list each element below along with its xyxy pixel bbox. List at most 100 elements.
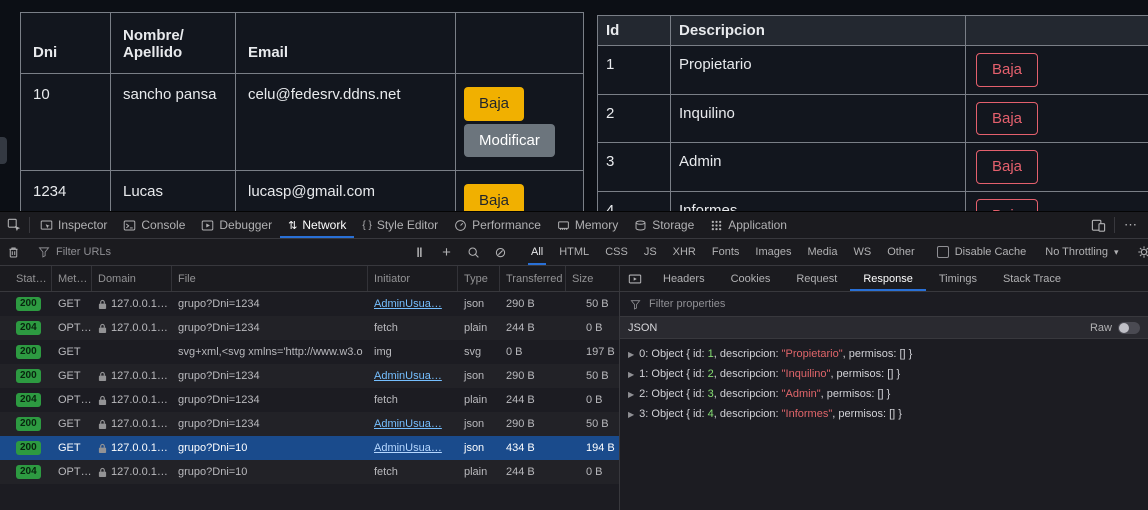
column-header-transferred[interactable]: Transferred [500, 266, 566, 291]
transferred: 290 B [506, 418, 535, 430]
baja-button[interactable]: Baja [464, 87, 524, 121]
initiator-link[interactable]: AdminUsua… [374, 418, 442, 430]
block-button[interactable]: ⊘ [487, 244, 514, 261]
request-row-selected[interactable]: 200 GET 127.0.0.1… grupo?Dni=10 AdminUsu… [0, 436, 619, 460]
clear-requests-button[interactable] [0, 246, 27, 259]
expand-arrow-icon[interactable]: ▶ [628, 410, 634, 419]
column-header-status[interactable]: Stat… [0, 266, 52, 291]
search-button[interactable] [460, 246, 487, 259]
filter-type-media[interactable]: Media [800, 239, 844, 265]
filter-type-css[interactable]: CSS [598, 239, 635, 265]
baja-button[interactable]: Baja [464, 184, 524, 211]
table-row: 2 Inquilino Baja [598, 94, 1148, 143]
filter-icon [630, 299, 641, 310]
column-header-file[interactable]: File [172, 266, 368, 291]
disable-cache-checkbox[interactable] [937, 246, 949, 258]
filter-type-ws[interactable]: WS [846, 239, 878, 265]
action-buttons: Baja [464, 184, 575, 211]
json-node[interactable]: ▶ 0: Object { id: 1, descripcion: "Propi… [620, 344, 1148, 364]
tab-stack-trace[interactable]: Stack Trace [990, 266, 1074, 291]
column-header-domain[interactable]: Domain [92, 266, 172, 291]
details-pane-toggle-button[interactable] [620, 266, 650, 291]
tab-response[interactable]: Response [850, 266, 926, 291]
request-row[interactable]: 200 GET 127.0.0.1… grupo?Dni=1234 AdminU… [0, 364, 619, 388]
tab-label: Storage [652, 218, 694, 232]
tab-network[interactable]: ⇅ Network [280, 212, 354, 238]
initiator-link[interactable]: AdminUsua… [374, 442, 442, 454]
expand-arrow-icon[interactable]: ▶ [628, 370, 634, 379]
column-header-initiator[interactable]: Initiator [368, 266, 458, 291]
responsive-design-icon [1091, 218, 1106, 233]
filter-type-images[interactable]: Images [748, 239, 798, 265]
tab-inspector[interactable]: Inspector [32, 212, 115, 238]
request-row[interactable]: 204 OPT… 127.0.0.1… grupo?Dni=1234 fetch… [0, 316, 619, 340]
json-section-label: JSON [628, 322, 657, 334]
add-request-button[interactable]: + [433, 244, 460, 261]
meatball-menu-button[interactable]: ⋯ [1117, 212, 1144, 238]
filter-icon [38, 246, 50, 258]
request-row[interactable]: 204 OPT… 127.0.0.1… grupo?Dni=10 fetch p… [0, 460, 619, 484]
expand-arrow-icon[interactable]: ▶ [628, 390, 634, 399]
filter-type-fonts[interactable]: Fonts [705, 239, 747, 265]
status-badge: 200 [16, 297, 41, 311]
json-node[interactable]: ▶ 2: Object { id: 3, descripcion: "Admin… [620, 384, 1148, 404]
filter-type-all[interactable]: All [524, 239, 550, 265]
disable-cache-label[interactable]: Disable Cache [955, 246, 1027, 258]
tab-headers[interactable]: Headers [650, 266, 718, 291]
domain: 127.0.0.1… [111, 466, 168, 478]
baja-button[interactable]: Baja [976, 199, 1038, 212]
tab-request[interactable]: Request [783, 266, 850, 291]
lock-icon [98, 395, 107, 406]
toggle-knob [1119, 323, 1129, 333]
expand-arrow-icon[interactable]: ▶ [628, 350, 634, 359]
column-header-size[interactable]: Size [566, 266, 620, 291]
filter-type-other[interactable]: Other [880, 239, 922, 265]
tab-console[interactable]: Console [115, 212, 193, 238]
tab-timings[interactable]: Timings [926, 266, 990, 291]
tab-storage[interactable]: Storage [626, 212, 702, 238]
tab-cookies[interactable]: Cookies [718, 266, 784, 291]
size: 0 B [586, 322, 603, 334]
tab-performance[interactable]: Performance [446, 212, 549, 238]
column-header-method[interactable]: Met… [52, 266, 92, 291]
style-editor-icon: { } [362, 220, 371, 231]
transferred: 244 B [506, 394, 535, 406]
baja-button[interactable]: Baja [976, 53, 1038, 87]
size: 0 B [586, 466, 603, 478]
initiator-link[interactable]: AdminUsua… [374, 370, 442, 382]
json-node[interactable]: ▶ 3: Object { id: 4, descripcion: "Infor… [620, 404, 1148, 424]
performance-icon [454, 219, 467, 232]
request-row[interactable]: 200 GET svg+xml,<svg xmlns='http://www.w… [0, 340, 619, 364]
initiator-link[interactable]: AdminUsua… [374, 298, 442, 310]
baja-button[interactable]: Baja [976, 102, 1038, 136]
tab-debugger[interactable]: Debugger [193, 212, 280, 238]
filter-type-html[interactable]: HTML [552, 239, 596, 265]
filter-properties-input[interactable] [647, 297, 847, 311]
storage-icon [634, 219, 647, 232]
pause-button[interactable]: ‖ [406, 245, 433, 260]
table-row: 10 sancho pansa celu@fedesrv.ddns.net Ba… [21, 74, 584, 171]
group-id: 4 [606, 202, 614, 212]
baja-button[interactable]: Baja [976, 150, 1038, 184]
request-row[interactable]: 204 OPT… 127.0.0.1… grupo?Dni=1234 fetch… [0, 388, 619, 412]
column-header-type[interactable]: Type [458, 266, 500, 291]
modificar-button[interactable]: Modificar [464, 124, 555, 158]
raw-toggle[interactable] [1118, 322, 1140, 334]
request-row[interactable]: 200 GET 127.0.0.1… grupo?Dni=1234 AdminU… [0, 292, 619, 316]
filter-type-js[interactable]: JS [637, 239, 664, 265]
edge-handle[interactable] [0, 137, 7, 164]
filter-type-xhr[interactable]: XHR [666, 239, 703, 265]
request-row[interactable]: 200 GET 127.0.0.1… grupo?Dni=1234 AdminU… [0, 412, 619, 436]
pick-element-button[interactable] [0, 212, 27, 238]
users-col-dni: Dni [21, 13, 111, 74]
settings-gear-button[interactable] [1131, 245, 1148, 259]
filter-urls-input[interactable] [54, 245, 406, 259]
tab-style-editor[interactable]: { } Style Editor [354, 212, 446, 238]
type: json [464, 370, 484, 382]
throttling-dropdown[interactable]: No Throttling ▾ [1038, 244, 1125, 260]
tab-memory[interactable]: Memory [549, 212, 626, 238]
json-node[interactable]: ▶ 1: Object { id: 2, descripcion: "Inqui… [620, 364, 1148, 384]
tab-application[interactable]: Application [702, 212, 795, 238]
responsive-design-button[interactable] [1085, 212, 1112, 238]
method: OPT… [58, 394, 92, 406]
